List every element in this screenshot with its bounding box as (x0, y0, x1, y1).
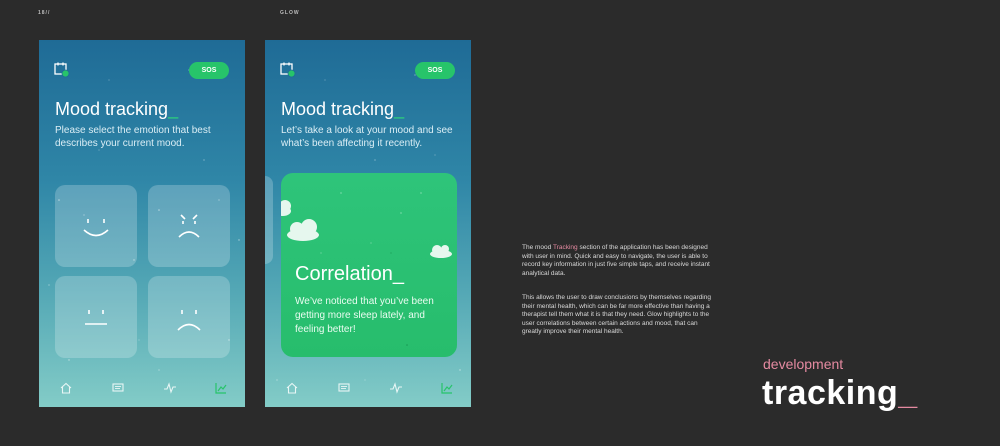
page-title: Mood tracking_ (55, 99, 178, 120)
page-subtitle: Please select the emotion that best desc… (55, 125, 211, 149)
desc-highlight: Tracking (552, 244, 578, 251)
desc-text-before: The mood (522, 244, 553, 251)
mood-correlation-screen: SOS Mood tracking_ Let’s take a look at … (265, 40, 471, 407)
heading-title: tracking_ (762, 374, 918, 413)
heading-eyebrow: development (763, 356, 844, 372)
sos-button[interactable]: SOS (189, 62, 229, 79)
chat-icon[interactable] (337, 381, 351, 395)
correlation-title-text: Correlation (295, 263, 393, 285)
title-text: Mood tracking (281, 99, 395, 119)
page-title: Mood tracking_ (281, 99, 404, 120)
title-text: Mood tracking (55, 99, 169, 119)
bottom-nav (39, 381, 245, 395)
chart-icon[interactable] (440, 381, 454, 395)
page-number: 18// (38, 10, 51, 16)
mood-happy-tile[interactable] (55, 185, 137, 267)
mood-select-screen: SOS Mood tracking_ Please select the emo… (39, 40, 245, 407)
calendar-icon[interactable] (280, 62, 296, 78)
section-label: GLOW (280, 10, 300, 16)
heading-cursor: _ (898, 374, 918, 412)
angry-face-icon (178, 214, 200, 238)
pulse-icon[interactable] (389, 381, 403, 395)
previous-card-peek[interactable] (265, 176, 273, 264)
title-cursor: _ (394, 99, 405, 119)
sad-face-icon (177, 310, 201, 331)
happy-face-icon (83, 219, 109, 237)
chat-icon[interactable] (111, 381, 125, 395)
pulse-icon[interactable] (163, 381, 177, 395)
description-paragraph-2: This allows the user to draw conclusions… (522, 294, 711, 336)
page-subtitle: Let’s take a look at your mood and see w… (281, 125, 453, 149)
title-cursor: _ (168, 99, 179, 119)
correlation-title: Correlation_ (295, 263, 404, 286)
correlation-card[interactable]: Correlation_ We’ve noticed that you’ve b… (281, 173, 457, 357)
mood-neutral-tile[interactable] (55, 276, 137, 358)
description-paragraph-1: The mood Tracking section of the applica… (522, 244, 718, 278)
home-icon[interactable] (285, 381, 299, 395)
bottom-nav (265, 381, 471, 395)
chart-icon[interactable] (214, 381, 228, 395)
correlation-title-cursor: _ (392, 263, 404, 285)
heading-title-text: tracking (762, 374, 899, 412)
home-icon[interactable] (59, 381, 73, 395)
mood-angry-tile[interactable] (148, 185, 230, 267)
correlation-text: We’ve noticed that you’ve been getting m… (295, 296, 434, 335)
calendar-icon[interactable] (54, 62, 70, 78)
mood-sad-tile[interactable] (148, 276, 230, 358)
sos-button[interactable]: SOS (415, 62, 455, 79)
neutral-face-icon (85, 310, 107, 325)
